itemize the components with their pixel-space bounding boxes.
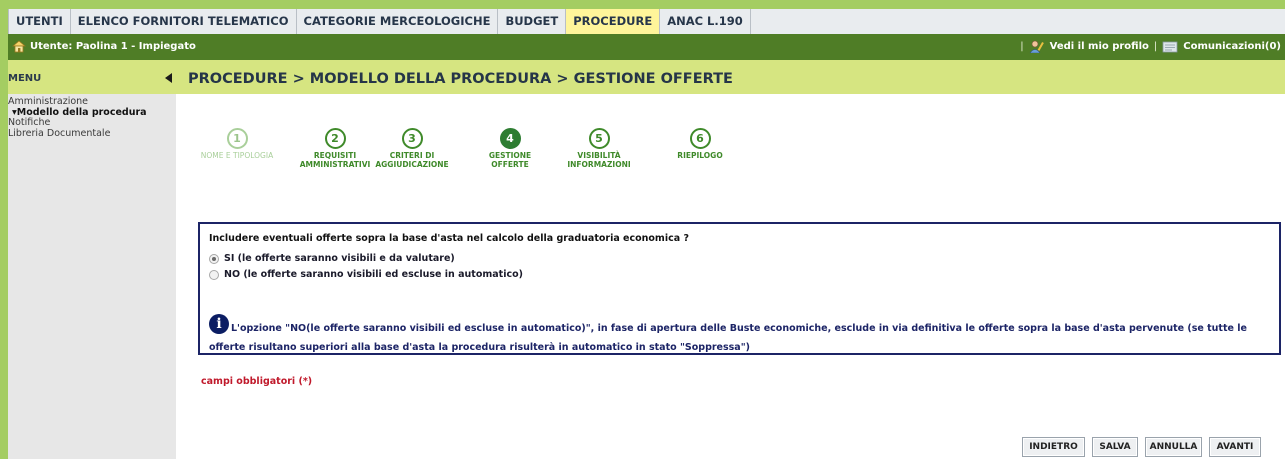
sidebar-item-amministrazione[interactable]: Amministrazione — [8, 96, 176, 108]
sidebar-list: Amministrazione ▾Modello della procedura… — [8, 94, 176, 139]
user-bar-inner: Utente: Paolina 1 - Impiegato | Vedi il … — [8, 34, 1285, 60]
step-5[interactable]: 5 VISIBILITÀ INFORMAZIONI — [556, 128, 642, 169]
sidebar-item-notifiche[interactable]: Notifiche — [8, 117, 176, 129]
sidebar-item-libreria[interactable]: Libreria Documentale — [8, 128, 176, 140]
user-label: Utente: Paolina 1 - Impiegato — [30, 41, 196, 52]
step-4[interactable]: 4 GESTIONE OFFERTE — [479, 128, 541, 169]
nav-tab-utenti[interactable]: UTENTI — [9, 9, 71, 34]
step-number: 4 — [499, 128, 521, 149]
step-label: VISIBILITÀ INFORMAZIONI — [567, 151, 631, 169]
option-si-label: SI (le offerte saranno visibili e da val… — [224, 253, 455, 264]
option-no-label: NO (le offerte saranno visibili ed esclu… — [224, 269, 523, 280]
step-number: 3 — [401, 128, 423, 149]
nav-tab-procedure[interactable]: PROCEDURE — [566, 9, 661, 34]
info-text: L'opzione "NO(le offerte saranno visibil… — [209, 323, 1247, 353]
info-icon: i — [209, 314, 229, 334]
person-edit-icon — [1029, 40, 1045, 54]
nav-tab-elenco-fornitori[interactable]: ELENCO FORNITORI TELEMATICO — [71, 9, 297, 34]
save-button[interactable]: SALVA — [1092, 437, 1138, 457]
separator: | — [1153, 41, 1158, 52]
triangle-left-icon[interactable] — [165, 73, 172, 83]
radio-si[interactable] — [209, 253, 219, 264]
step-3[interactable]: 3 CRITERI DI AGGIUDICAZIONE — [362, 128, 462, 169]
envelope-icon — [1162, 40, 1178, 53]
back-button[interactable]: INDIETRO — [1022, 437, 1085, 457]
step-label: GESTIONE OFFERTE — [488, 151, 532, 169]
question-text: Includere eventuali offerte sopra la bas… — [209, 233, 689, 244]
nav-tab-categorie[interactable]: CATEGORIE MERCEOLOGICHE — [297, 9, 499, 34]
nav-tab-budget[interactable]: BUDGET — [498, 9, 567, 34]
step-number: 1 — [226, 128, 248, 149]
top-navigation-bar: UTENTI ELENCO FORNITORI TELEMATICO CATEG… — [0, 0, 1285, 34]
step-number: 5 — [588, 128, 610, 149]
step-label: RIEPILOGO — [677, 151, 723, 160]
user-info: Utente: Paolina 1 - Impiegato — [11, 40, 196, 53]
step-number: 2 — [324, 128, 346, 149]
required-fields-note: campi obbligatori (*) — [201, 376, 313, 387]
main-menu: UTENTI ELENCO FORNITORI TELEMATICO CATEG… — [8, 9, 1285, 34]
user-links: | Vedi il mio profilo | Comunicazioni(0) — [1020, 40, 1281, 54]
breadcrumb: PROCEDURE > MODELLO DELLA PROCEDURA > GE… — [176, 60, 1285, 94]
nav-filler — [750, 9, 1285, 34]
menu-title: MENU — [8, 73, 42, 84]
step-label: CRITERI DI AGGIUDICAZIONE — [375, 151, 449, 169]
cancel-button[interactable]: ANNULLA — [1145, 437, 1202, 457]
nav-tab-anac[interactable]: ANAC L.190 — [660, 9, 751, 34]
option-si[interactable]: SI (le offerte saranno visibili e da val… — [209, 253, 455, 264]
step-label: NOME E TIPOLOGIA — [200, 151, 274, 160]
option-no[interactable]: NO (le offerte saranno visibili ed esclu… — [209, 269, 523, 280]
next-button[interactable]: AVANTI — [1209, 437, 1261, 457]
menu-header: MENU — [8, 60, 176, 94]
radio-no[interactable] — [209, 269, 219, 280]
sidebar: MENU Amministrazione ▾Modello della proc… — [8, 60, 176, 459]
step-6[interactable]: 6 RIEPILOGO — [664, 128, 736, 161]
messages-link[interactable]: Comunicazioni(0) — [1183, 41, 1281, 52]
step-1[interactable]: 1 NOME E TIPOLOGIA — [188, 128, 286, 161]
question-box: Includere eventuali offerte sopra la bas… — [198, 222, 1281, 355]
step-number: 6 — [689, 128, 711, 149]
profile-link[interactable]: Vedi il mio profilo — [1050, 41, 1149, 52]
left-border-strip — [0, 60, 8, 459]
user-bar: Utente: Paolina 1 - Impiegato | Vedi il … — [0, 34, 1285, 60]
separator: | — [1020, 41, 1024, 52]
house-icon — [11, 40, 27, 53]
